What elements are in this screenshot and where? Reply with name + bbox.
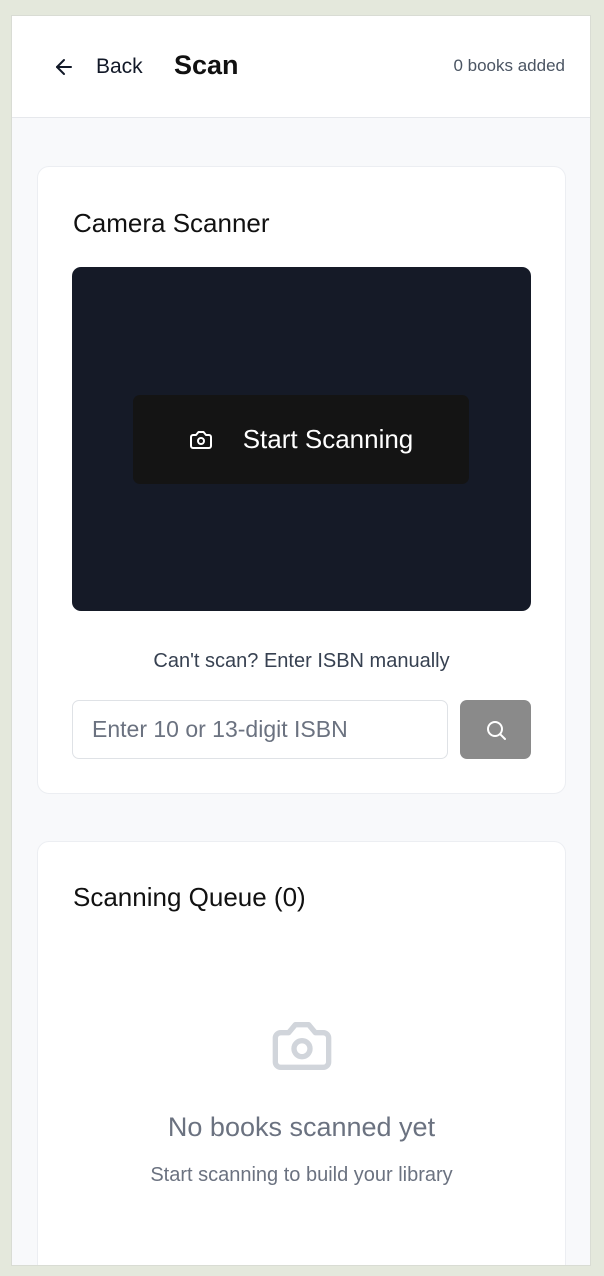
isbn-search-button[interactable] — [460, 700, 531, 759]
header: Back Scan 0 books added — [12, 16, 590, 118]
scanning-queue-title: Scanning Queue (0) — [73, 882, 306, 912]
camera-scanner-card: Camera Scanner Start Scanning Can't scan… — [37, 166, 566, 794]
camera-icon — [189, 430, 212, 449]
isbn-input[interactable] — [72, 700, 448, 759]
camera-icon — [272, 1022, 332, 1070]
start-scanning-label: Start Scanning — [242, 424, 414, 454]
app-frame: Back Scan 0 books added Camera Scanner S… — [11, 15, 591, 1266]
scanning-queue-card: Scanning Queue (0) No books scanned yet … — [37, 841, 566, 1265]
back-button[interactable]: Back — [52, 54, 143, 80]
search-icon — [486, 720, 506, 740]
empty-state-subtitle: Start scanning to build your library — [150, 1164, 453, 1186]
manual-entry-hint: Can't scan? Enter ISBN manually — [153, 650, 450, 672]
back-label: Back — [96, 55, 143, 78]
camera-viewport: Start Scanning — [72, 267, 531, 611]
empty-state-title: No books scanned yet — [167, 1112, 436, 1142]
page-title: Scan — [174, 50, 239, 80]
arrow-left-icon — [56, 59, 72, 75]
books-added-count: 0 books added — [453, 56, 565, 75]
start-scanning-button[interactable]: Start Scanning — [133, 395, 469, 484]
camera-scanner-title: Camera Scanner — [73, 208, 270, 238]
